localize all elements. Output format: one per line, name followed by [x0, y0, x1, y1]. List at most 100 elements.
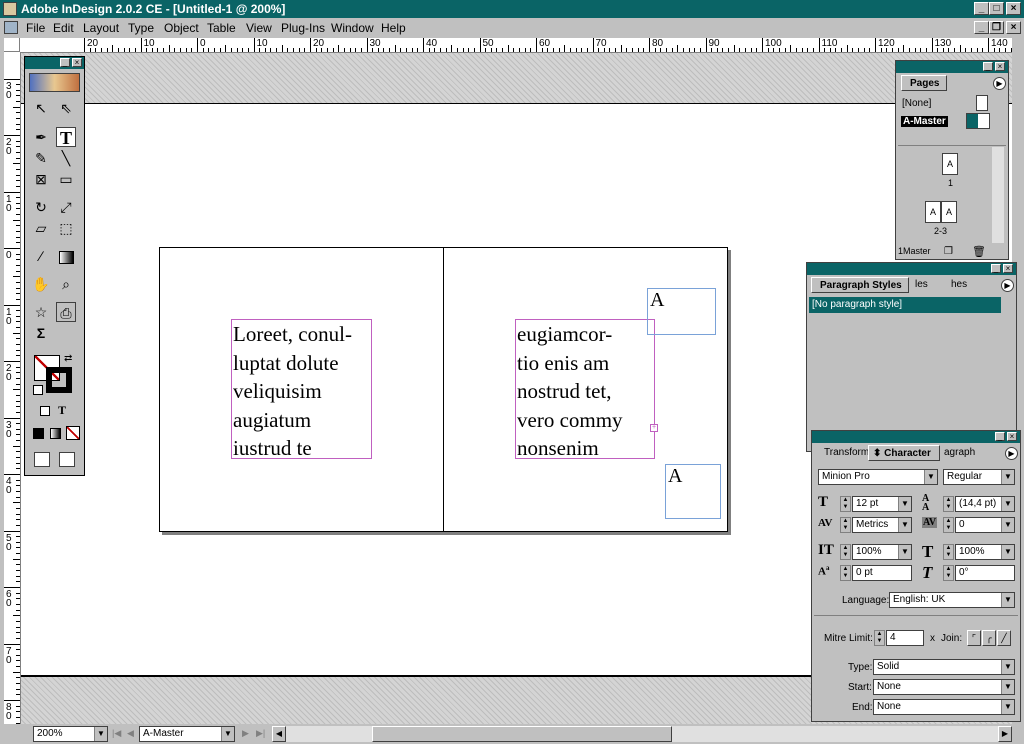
menu-view[interactable]: View	[246, 21, 272, 35]
font-size-field[interactable]: 12 pt ▼	[852, 496, 912, 512]
scroll-thumb[interactable]	[372, 726, 672, 742]
pages-close-button[interactable]: ×	[995, 62, 1005, 71]
vertical-scale-field[interactable]: 100% ▼	[852, 544, 912, 560]
button-tool-icon[interactable]: ⎙	[56, 302, 76, 322]
baseline-shift-stepper[interactable]: ▲ ▼	[840, 565, 851, 581]
doc-close-button[interactable]: ×	[1006, 21, 1021, 34]
toolbox-close-button[interactable]: ×	[72, 58, 82, 67]
adobe-logo[interactable]	[29, 73, 80, 92]
new-page-icon[interactable]: ❐	[944, 246, 953, 257]
menu-type[interactable]: Type	[128, 21, 154, 35]
swap-fill-stroke-icon[interactable]: ⇄	[64, 353, 72, 364]
master-text-frame-top[interactable]: A	[647, 288, 716, 335]
hand-tool-icon[interactable]: ✋	[31, 274, 51, 294]
character-title-bar[interactable]: _ ×	[812, 431, 1020, 443]
character-panel-menu-icon[interactable]: ▶	[1005, 447, 1018, 460]
type-tool-icon[interactable]: T	[56, 127, 76, 148]
paragraph-styles-minimize-button[interactable]: _	[991, 264, 1001, 273]
eyedropper-tool-icon[interactable]: ∕	[31, 246, 51, 266]
character-close-button[interactable]: ×	[1007, 432, 1017, 441]
tab-pages[interactable]: Pages	[901, 75, 947, 91]
horizontal-ruler[interactable]: 20 10 0 10 20 30 40 50 60 70 80 90 100 110 120 130 140	[20, 38, 1012, 53]
first-page-icon[interactable]: |◀	[112, 728, 121, 739]
close-button[interactable]: ×	[1006, 2, 1021, 15]
scroll-left-button[interactable]: ◀	[272, 726, 286, 742]
stroke-end-select[interactable]: None ▼	[873, 699, 1015, 715]
tab-pages-extra[interactable]	[948, 75, 978, 92]
apply-gradient-icon[interactable]	[50, 428, 61, 439]
zoom-tool-icon[interactable]: ⌕	[56, 274, 76, 294]
preview-view-icon[interactable]	[59, 452, 75, 467]
vertical-ruler[interactable]: 3 0 2 0 1 0 0 1 0 2 0 3 0 4 0 5 0 6 0 7 0 8 0	[4, 52, 21, 724]
vertical-scale-stepper[interactable]: ▲ ▼	[840, 544, 851, 560]
stroke-swatch[interactable]	[46, 367, 72, 393]
line-tool-icon[interactable]: ╲	[56, 148, 76, 168]
overset-marker[interactable]: +	[650, 424, 658, 432]
pen-tool-icon[interactable]: ✒	[31, 127, 51, 147]
gradient-tool-icon[interactable]	[56, 246, 76, 266]
mitre-limit-stepper[interactable]: ▲ ▼	[874, 630, 885, 646]
menu-window[interactable]: Window	[331, 21, 374, 35]
scroll-right-button[interactable]: ▶	[998, 726, 1012, 742]
prev-page-icon[interactable]: ◀	[127, 728, 134, 739]
a-master[interactable]: A-Master	[901, 116, 948, 127]
minimize-button[interactable]: _	[974, 2, 989, 15]
font-style-select[interactable]: Regular ▼	[943, 469, 1015, 485]
skew-field[interactable]: 0°	[955, 565, 1015, 581]
page-spread[interactable]: Loreet, conul- luptat dolute veliquisim …	[159, 247, 728, 532]
free-transform-tool-icon[interactable]: ⬚	[56, 218, 76, 238]
pages-scrollbar[interactable]	[992, 147, 1004, 243]
maximize-button[interactable]: □	[989, 2, 1004, 15]
menu-file[interactable]: File	[26, 21, 45, 35]
apply-none-icon[interactable]	[66, 426, 80, 440]
horizontal-scale-stepper[interactable]: ▲ ▼	[943, 544, 954, 560]
character-minimize-button[interactable]: _	[995, 432, 1005, 441]
tab-swatches[interactable]: hes	[947, 277, 981, 293]
horizontal-scale-field[interactable]: 100% ▼	[955, 544, 1015, 560]
mitre-limit-field[interactable]: 4	[886, 630, 924, 646]
apply-color-icon[interactable]	[33, 428, 44, 439]
spread-left-thumb[interactable]: A	[925, 201, 941, 223]
round-join-button[interactable]: ╭	[982, 630, 996, 646]
menu-edit[interactable]: Edit	[53, 21, 74, 35]
tracking-stepper[interactable]: ▲ ▼	[943, 517, 954, 533]
spread-right-thumb[interactable]: A	[941, 201, 957, 223]
menu-table[interactable]: Table	[207, 21, 236, 35]
star-tool-icon[interactable]: ☆	[31, 302, 51, 322]
toolbox-minimize-button[interactable]: _	[60, 58, 70, 67]
delete-page-icon[interactable]: 🗑	[972, 245, 986, 258]
miter-join-button[interactable]: ⌜	[967, 630, 981, 646]
shear-tool-icon[interactable]: ▱	[31, 218, 51, 238]
direct-selection-tool-icon[interactable]: ⇖	[56, 98, 76, 118]
menu-help[interactable]: Help	[381, 21, 406, 35]
horizontal-scrollbar[interactable]: ◀ ▶	[272, 726, 1012, 742]
doc-minimize-button[interactable]: _	[974, 21, 989, 34]
menu-object[interactable]: Object	[164, 21, 199, 35]
pages-minimize-button[interactable]: _	[983, 62, 993, 71]
tab-character-styles[interactable]: les	[911, 277, 945, 293]
pages-panel-title-bar[interactable]: _ ×	[896, 61, 1008, 73]
kerning-field[interactable]: Metrics ▼	[852, 517, 912, 533]
left-text-frame[interactable]: Loreet, conul- luptat dolute veliquisim …	[231, 319, 372, 459]
scale-tool-icon[interactable]: ⤢	[56, 197, 76, 217]
page-1-thumb[interactable]: A	[942, 153, 958, 175]
doc-restore-button[interactable]: ❐	[989, 21, 1004, 34]
sigma-tool-icon[interactable]: Σ	[31, 323, 51, 343]
menu-plugins[interactable]: Plug-Ins	[281, 21, 325, 35]
bevel-join-button[interactable]: ╱	[997, 630, 1011, 646]
stroke-type-select[interactable]: Solid ▼	[873, 659, 1015, 675]
stroke-start-select[interactable]: None ▼	[873, 679, 1015, 695]
menu-layout[interactable]: Layout	[83, 21, 119, 35]
language-select[interactable]: English: UK ▼	[889, 592, 1015, 608]
app-icon[interactable]	[3, 2, 17, 16]
paragraph-styles-title-bar[interactable]: _ ×	[807, 263, 1016, 275]
next-page-icon[interactable]: ▶	[242, 728, 249, 739]
rectangle-tool-icon[interactable]: ▭	[56, 169, 76, 189]
none-master[interactable]: [None]	[902, 98, 931, 109]
tab-transform[interactable]: Transform	[822, 445, 870, 461]
normal-view-icon[interactable]	[34, 452, 50, 467]
paragraph-styles-close-button[interactable]: ×	[1003, 264, 1013, 273]
right-text-frame[interactable]: eugiamcor- tio enis am nostrud tet, vero…	[515, 319, 655, 459]
pencil-tool-icon[interactable]: ✎	[31, 148, 51, 168]
tab-character[interactable]: ⬍ Character	[868, 445, 940, 461]
